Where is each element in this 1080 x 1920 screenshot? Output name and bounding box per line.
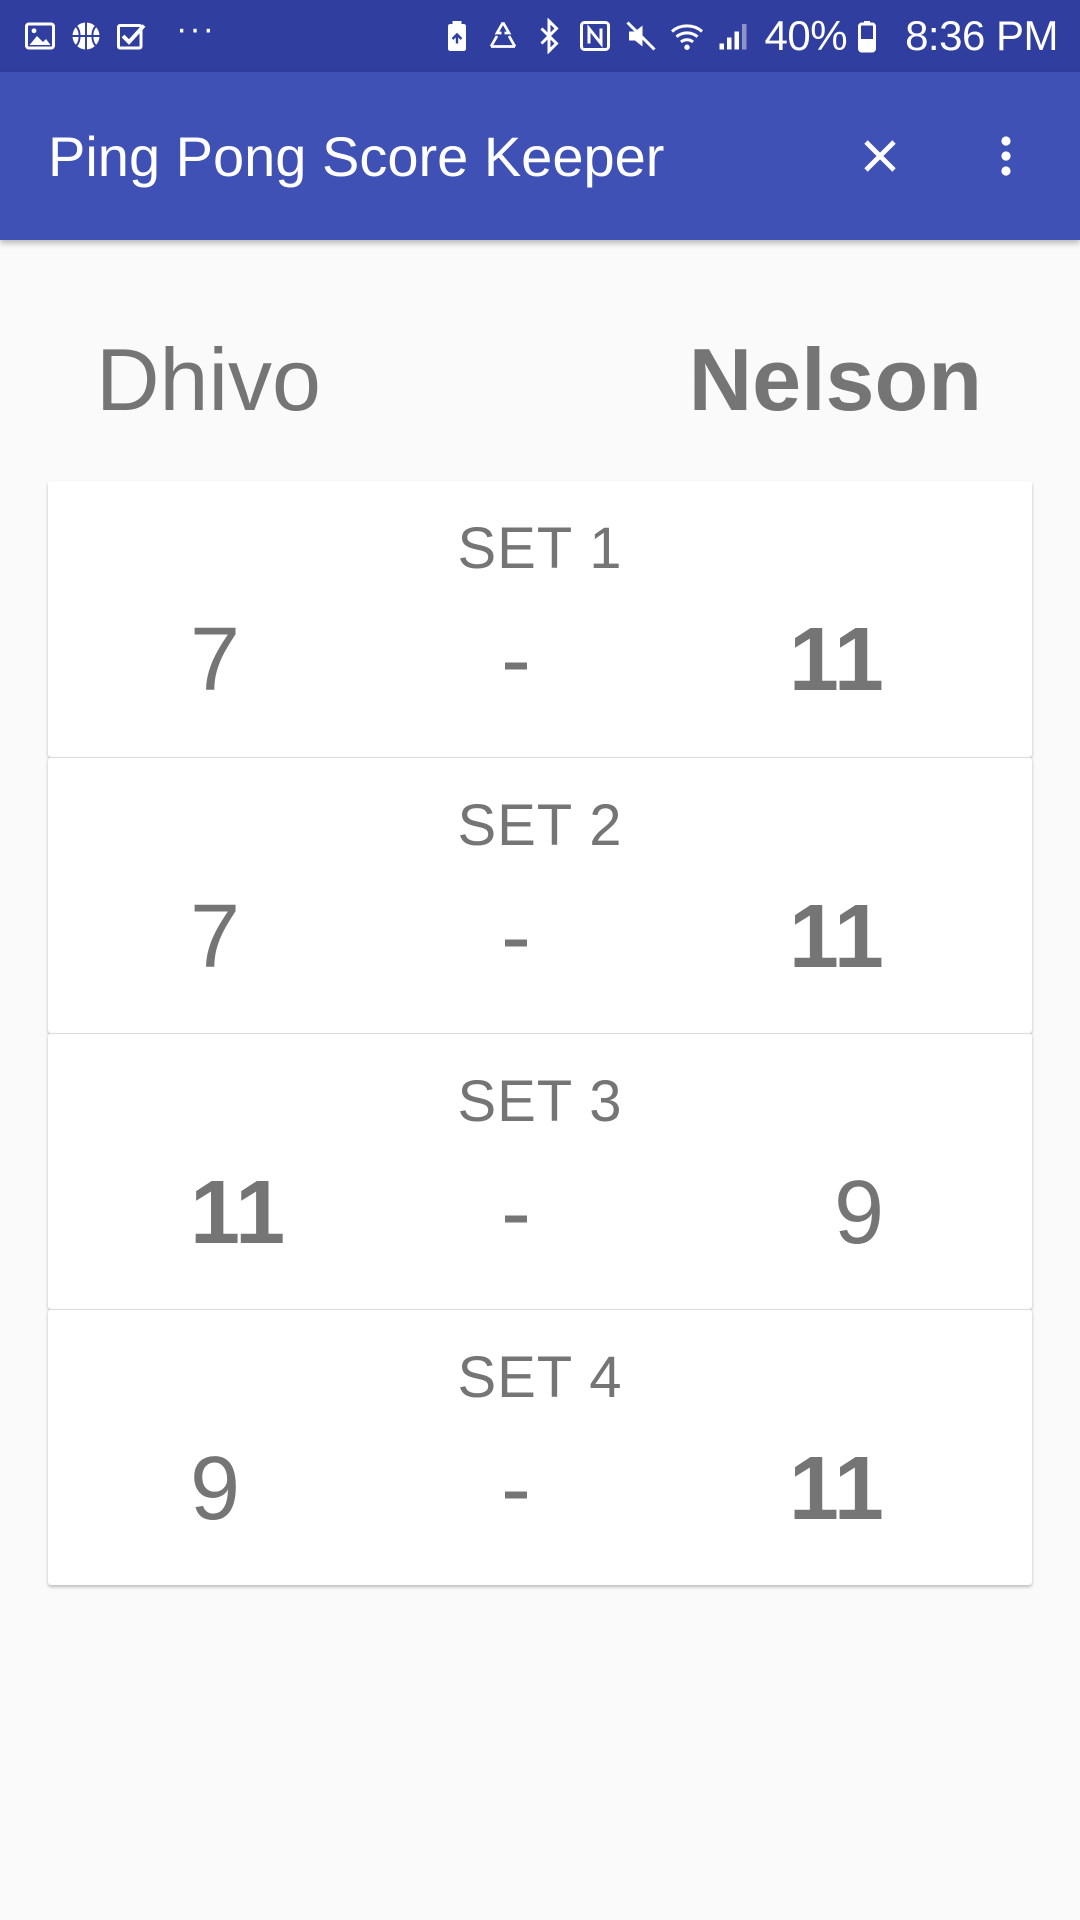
status-bar-left: ··· — [20, 0, 216, 72]
right-score: 11 — [788, 1439, 884, 1539]
battery-saver-icon — [437, 16, 477, 56]
score-separator: - — [501, 1439, 531, 1539]
basketball-icon — [66, 16, 106, 56]
players-header: Dhivo Nelson — [0, 310, 1080, 450]
set-label: SET 1 — [457, 516, 623, 581]
close-button[interactable] — [832, 108, 928, 204]
status-time: 8:36 PM — [905, 12, 1058, 59]
app-bar: Ping Pong Score Keeper — [0, 72, 1080, 240]
status-bar: ··· 40% 8:36 PM — [0, 0, 1080, 72]
mute-icon — [621, 16, 661, 56]
player-right-name: Nelson — [688, 330, 982, 429]
player-left-name: Dhivo — [96, 330, 321, 429]
more-vert-icon — [1001, 136, 1011, 176]
right-score: 11 — [788, 610, 884, 710]
set-card[interactable]: SET 2 7 - 11 — [48, 757, 1032, 1033]
checkbox-icon — [112, 16, 152, 56]
recycle-icon — [483, 16, 523, 56]
right-score: 9 — [833, 1163, 884, 1263]
score-separator: - — [501, 887, 531, 987]
right-score: 11 — [788, 887, 884, 987]
set-label: SET 2 — [457, 793, 623, 858]
sets-list: SET 1 7 - 11 SET 2 7 - 11 SET 3 11 - 9 S… — [48, 481, 1032, 1585]
bluetooth-icon — [529, 16, 569, 56]
wifi-icon — [667, 16, 707, 56]
battery-percent: 40% — [764, 12, 848, 59]
close-icon — [864, 140, 896, 172]
more-notifications-indicator: ··· — [176, 10, 216, 48]
status-bar-right: 40% 8:36 PM — [437, 0, 1058, 72]
set-card[interactable]: SET 3 11 - 9 — [48, 1033, 1032, 1309]
set-card[interactable]: SET 1 7 - 11 — [48, 481, 1032, 757]
signal-icon — [713, 16, 753, 56]
battery-icon — [847, 16, 887, 56]
nfc-icon — [575, 16, 615, 56]
image-icon — [20, 16, 60, 56]
set-label: SET 3 — [457, 1069, 623, 1134]
score-separator: - — [501, 610, 531, 710]
set-card[interactable]: SET 4 9 - 11 — [48, 1309, 1032, 1585]
set-label: SET 4 — [457, 1345, 623, 1410]
score-separator: - — [501, 1163, 531, 1263]
overflow-menu-button[interactable] — [958, 108, 1054, 204]
app-title: Ping Pong Score Keeper — [48, 124, 665, 188]
